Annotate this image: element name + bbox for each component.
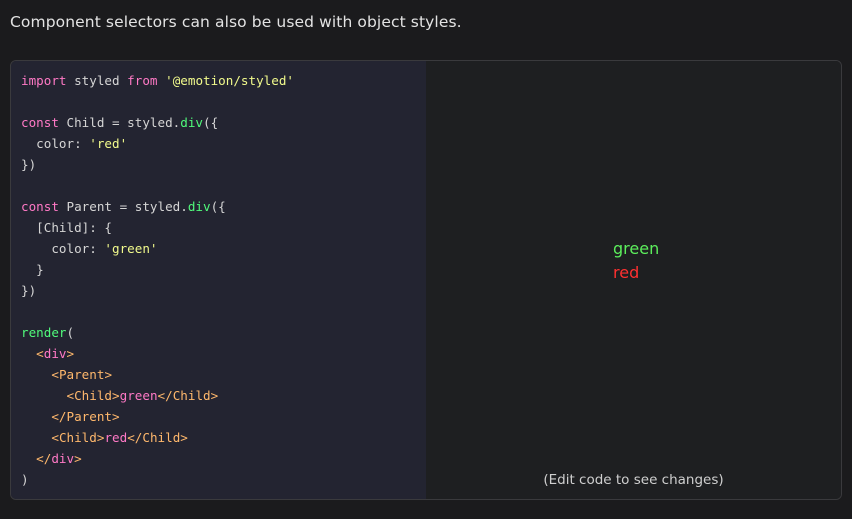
- jsx-tag-child: Child: [74, 388, 113, 403]
- live-code-playground: import styled from '@emotion/styled' con…: [10, 60, 842, 500]
- live-preview: green red (Edit code to see changes): [426, 61, 841, 499]
- string-red: 'red': [89, 136, 128, 151]
- preview-output-red: red: [613, 263, 640, 282]
- function-render: render: [21, 325, 67, 340]
- code-line-1: import styled from '@emotion/styled': [21, 73, 294, 88]
- code-line-4: color: 'red': [21, 136, 127, 151]
- code-line-3: const Child = styled.div({: [21, 115, 218, 130]
- code-line-8: [Child]: {: [21, 220, 112, 235]
- function-div: div: [180, 115, 203, 130]
- code-punct: (: [66, 325, 75, 340]
- code-line-18: <Child>red</Child>: [51, 430, 188, 445]
- code-line-13: render(: [21, 325, 74, 340]
- code-line-7: const Parent = styled.div({: [21, 199, 226, 214]
- code-prop: color:: [21, 136, 90, 151]
- code-line-11: }): [21, 283, 37, 298]
- code-line-17: </Parent>: [51, 409, 120, 424]
- jsx-tag-parent: Parent: [66, 409, 113, 424]
- keyword-import: import: [21, 73, 67, 88]
- preview-output-green: green: [613, 239, 660, 258]
- keyword-from: from: [127, 73, 158, 88]
- code-text[interactable]: import styled from '@emotion/styled' con…: [21, 70, 294, 490]
- code-line-16: <Child>green</Child>: [66, 388, 219, 403]
- code-punct: ({: [203, 115, 219, 130]
- jsx-tag-child: Child: [142, 430, 181, 445]
- jsx-tag-child: Child: [172, 388, 211, 403]
- code-line-19: </div>: [36, 451, 82, 466]
- edit-hint: (Edit code to see changes): [543, 472, 724, 488]
- code-line-14: <div>: [36, 346, 75, 361]
- code-line-5: }): [21, 157, 37, 172]
- jsx-text-green: green: [119, 388, 158, 403]
- code-line-9: color: 'green': [21, 241, 157, 256]
- jsx-tag-div: div: [43, 346, 67, 361]
- function-div: div: [187, 199, 211, 214]
- jsx-tag-parent: Parent: [58, 367, 105, 382]
- identifier-styled: styled: [66, 73, 128, 88]
- jsx-text-red: red: [104, 430, 128, 445]
- code-punct: ({: [210, 199, 226, 214]
- code-line-10: }: [21, 262, 44, 277]
- code-child-decl: Child = styled.: [58, 115, 181, 130]
- keyword-const: const: [21, 199, 59, 214]
- code-line-20: ): [21, 472, 29, 487]
- string-green: 'green': [104, 241, 158, 256]
- keyword-const: const: [21, 115, 59, 130]
- code-editor[interactable]: import styled from '@emotion/styled' con…: [11, 61, 426, 499]
- jsx-tag-child: Child: [58, 430, 97, 445]
- code-parent-decl: Parent = styled.: [58, 199, 188, 214]
- string-module: '@emotion/styled': [165, 73, 295, 88]
- jsx-tag-div: div: [51, 451, 75, 466]
- code-prop: color:: [21, 241, 105, 256]
- code-line-15: <Parent>: [51, 367, 113, 382]
- section-description: Component selectors can also be used wit…: [10, 13, 462, 31]
